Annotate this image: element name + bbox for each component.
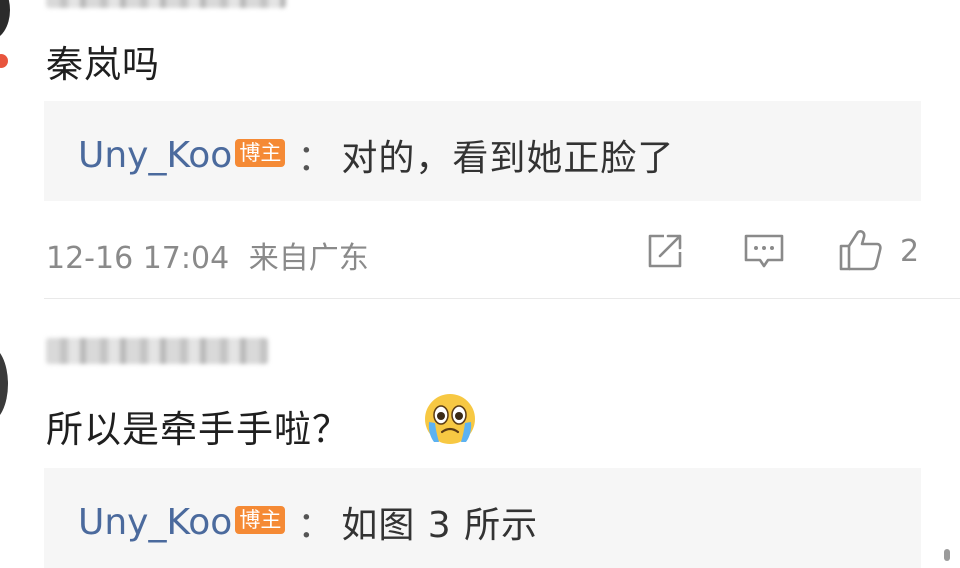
username-blurred[interactable] — [46, 338, 268, 364]
crying-face-icon — [425, 394, 475, 444]
comment-meta: 12-16 17:04 来自广东 — [46, 233, 369, 277]
comment-icon[interactable] — [743, 232, 785, 272]
forward-icon[interactable] — [646, 232, 686, 270]
reply-author-link[interactable]: Uny_Koo — [78, 135, 232, 176]
reply-box[interactable]: Uny_Koo 博主 ： 对的，看到她正脸了 — [44, 101, 921, 201]
reply-line: Uny_Koo 博主 ： 如图 3 所示 — [78, 496, 538, 548]
avatar[interactable] — [0, 0, 10, 40]
comment-text: 秦岚吗 — [46, 43, 160, 86]
location: 来自广东 — [248, 241, 369, 276]
username-blurred[interactable] — [46, 0, 286, 8]
reply-colon: ： — [297, 138, 334, 179]
reply-text: 如图 3 所示 — [341, 505, 539, 546]
reply-box[interactable]: Uny_Koo 博主 ： 如图 3 所示 — [44, 468, 921, 568]
vip-badge-icon — [0, 54, 8, 68]
reply-colon: ： — [297, 505, 334, 546]
reply-line: Uny_Koo 博主 ： 对的，看到她正脸了 — [78, 129, 674, 181]
comment-text: 所以是牵手手啦？ — [46, 408, 350, 451]
reply-author-link[interactable]: Uny_Koo — [78, 502, 232, 543]
author-badge: 博主 — [235, 139, 286, 167]
like-icon[interactable] — [838, 228, 884, 272]
scrollbar[interactable] — [944, 549, 950, 561]
author-badge: 博主 — [235, 506, 286, 534]
divider — [44, 298, 960, 299]
timestamp: 12-16 17:04 — [46, 241, 230, 276]
like-count: 2 — [900, 234, 920, 269]
avatar[interactable] — [0, 346, 8, 422]
reply-text: 对的，看到她正脸了 — [341, 138, 675, 179]
